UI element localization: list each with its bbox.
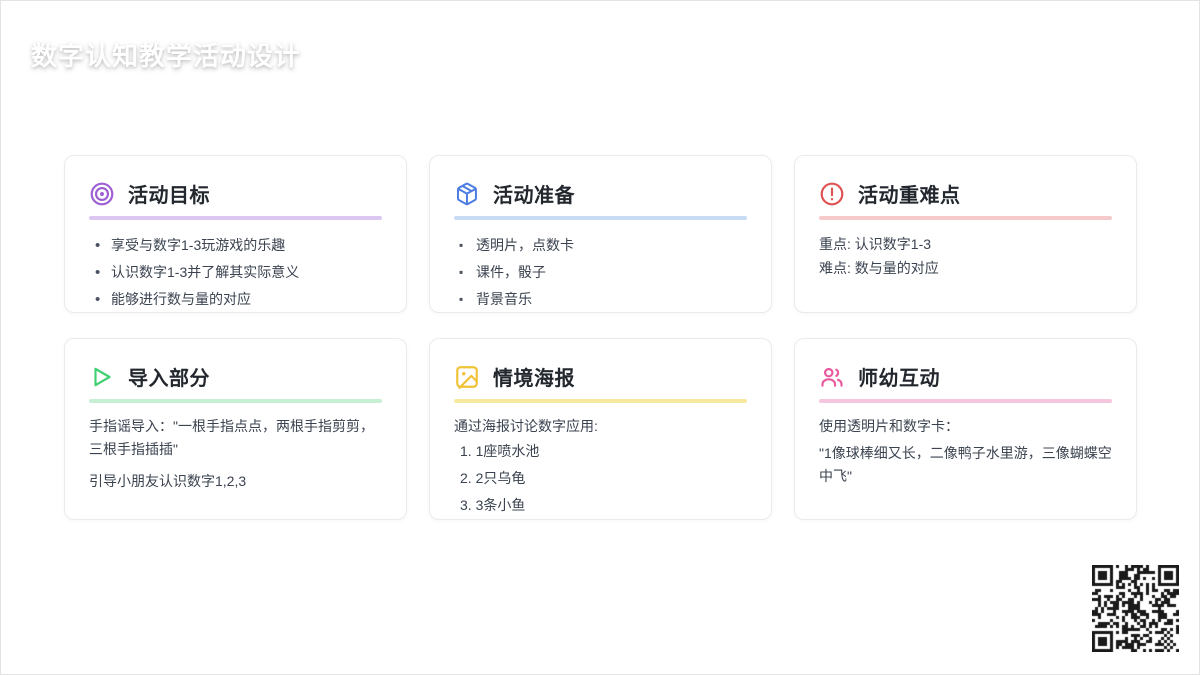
card-teacher-child-interaction: 师幼互动 使用透明片和数字卡： "1像球棒细又长，二像鸭子水里游，三像蝴蝶空中飞… [794, 338, 1137, 520]
card-body: 享受与数字1-3玩游戏的乐趣 认识数字1-3并了解其实际意义 能够进行数与量的对… [89, 232, 382, 312]
list-item: 背景音乐 [454, 286, 747, 312]
card-title: 师幼互动 [858, 368, 940, 390]
card-title: 活动重难点 [858, 185, 961, 207]
card-title: 导入部分 [128, 368, 210, 390]
card-header: 情境海报 [454, 362, 747, 391]
title-underline [89, 216, 382, 220]
list-item: 认识数字1-3并了解其实际意义 [89, 259, 382, 286]
qr-code [1092, 565, 1179, 652]
card-header: 活动重难点 [819, 179, 1112, 208]
card-title: 活动目标 [128, 185, 210, 207]
paragraph: 引导小朋友认识数字1,2,3 [89, 473, 247, 489]
target-icon [89, 181, 115, 207]
card-header: 师幼互动 [819, 362, 1112, 391]
numbered-item: 1. 1座喷水池 [460, 443, 540, 459]
users-icon [819, 364, 845, 390]
title-underline [454, 216, 747, 220]
image-icon [454, 364, 480, 390]
paragraph: 使用透明片和数字卡： [819, 418, 959, 434]
text-line: 重点: 认识数字1-3 [819, 236, 932, 252]
list-item: 能够进行数与量的对应 [89, 286, 382, 312]
list-item: 透明片，点数卡 [454, 232, 747, 259]
paragraph: 手指谣导入："一根手指点点，两根手指剪剪，三根手指插插" [89, 418, 374, 457]
numbered-item: 2. 2只乌龟 [460, 470, 526, 486]
box-icon [454, 181, 480, 207]
text-line: 难点: 数与量的对应 [819, 260, 939, 276]
card-body: 透明片，点数卡 课件，骰子 背景音乐 [454, 232, 747, 312]
list-item: 课件，骰子 [454, 259, 747, 286]
title-underline [819, 216, 1112, 220]
list-item: 享受与数字1-3玩游戏的乐趣 [89, 232, 382, 259]
paragraph: "1像球棒细又长，二像鸭子水里游，三像蝴蝶空中飞" [819, 445, 1112, 484]
title-underline [819, 399, 1112, 403]
numbered-item: 3. 3条小鱼 [460, 497, 526, 513]
card-header: 活动准备 [454, 179, 747, 208]
card-header: 活动目标 [89, 179, 382, 208]
cards-grid: 活动目标 享受与数字1-3玩游戏的乐趣 认识数字1-3并了解其实际意义 能够进行… [64, 155, 1137, 520]
card-key-difficult-points: 活动重难点 重点: 认识数字1-3 难点: 数与量的对应 [794, 155, 1137, 313]
card-activity-preparation: 活动准备 透明片，点数卡 课件，骰子 背景音乐 [429, 155, 772, 313]
card-title: 活动准备 [493, 185, 575, 207]
card-body: 使用透明片和数字卡： "1像球棒细又长，二像鸭子水里游，三像蝴蝶空中飞" [819, 415, 1112, 488]
card-body: 通过海报讨论数字应用: 1. 1座喷水池 2. 2只乌龟 3. 3条小鱼 [454, 415, 747, 519]
lead-text: 通过海报讨论数字应用: [454, 418, 598, 434]
alert-circle-icon [819, 181, 845, 207]
card-activity-goals: 活动目标 享受与数字1-3玩游戏的乐趣 认识数字1-3并了解其实际意义 能够进行… [64, 155, 407, 313]
play-icon [89, 364, 115, 390]
slide-title: 数字认知教学活动设计 [31, 41, 302, 71]
card-body: 重点: 认识数字1-3 难点: 数与量的对应 [819, 232, 1112, 280]
card-header: 导入部分 [89, 362, 382, 391]
title-underline [454, 399, 747, 403]
title-underline [89, 399, 382, 403]
card-scene-poster: 情境海报 通过海报讨论数字应用: 1. 1座喷水池 2. 2只乌龟 3. 3条小… [429, 338, 772, 520]
card-body: 手指谣导入："一根手指点点，两根手指剪剪，三根手指插插" 引导小朋友认识数字1,… [89, 415, 382, 493]
card-title: 情境海报 [493, 368, 575, 390]
card-introduction: 导入部分 手指谣导入："一根手指点点，两根手指剪剪，三根手指插插" 引导小朋友认… [64, 338, 407, 520]
